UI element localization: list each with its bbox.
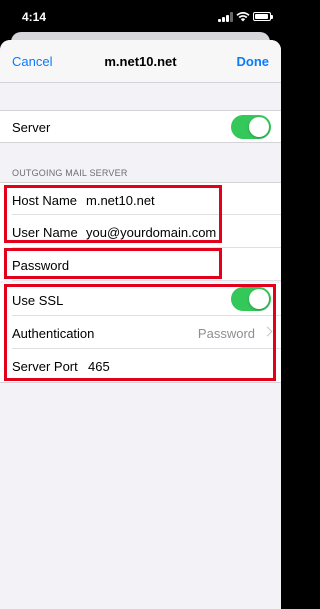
divider (12, 280, 281, 281)
highlight-box-password (4, 248, 222, 279)
navigation-bar: Cancel m.net10.net Done (0, 40, 281, 83)
toggle-knob (249, 117, 269, 137)
server-row: Server (0, 110, 281, 143)
highlight-box-account (4, 185, 222, 243)
signal-icon (218, 12, 233, 22)
server-toggle[interactable] (231, 115, 271, 139)
server-label: Server (12, 120, 51, 135)
wifi-icon (236, 11, 250, 22)
status-bar: 4:14 (0, 0, 281, 34)
done-button[interactable]: Done (237, 54, 270, 69)
status-time: 4:14 (22, 10, 47, 24)
battery-icon (253, 12, 273, 21)
highlight-box-ssl (4, 284, 276, 381)
outgoing-section-header: OUTGOING MAIL SERVER (12, 168, 128, 178)
